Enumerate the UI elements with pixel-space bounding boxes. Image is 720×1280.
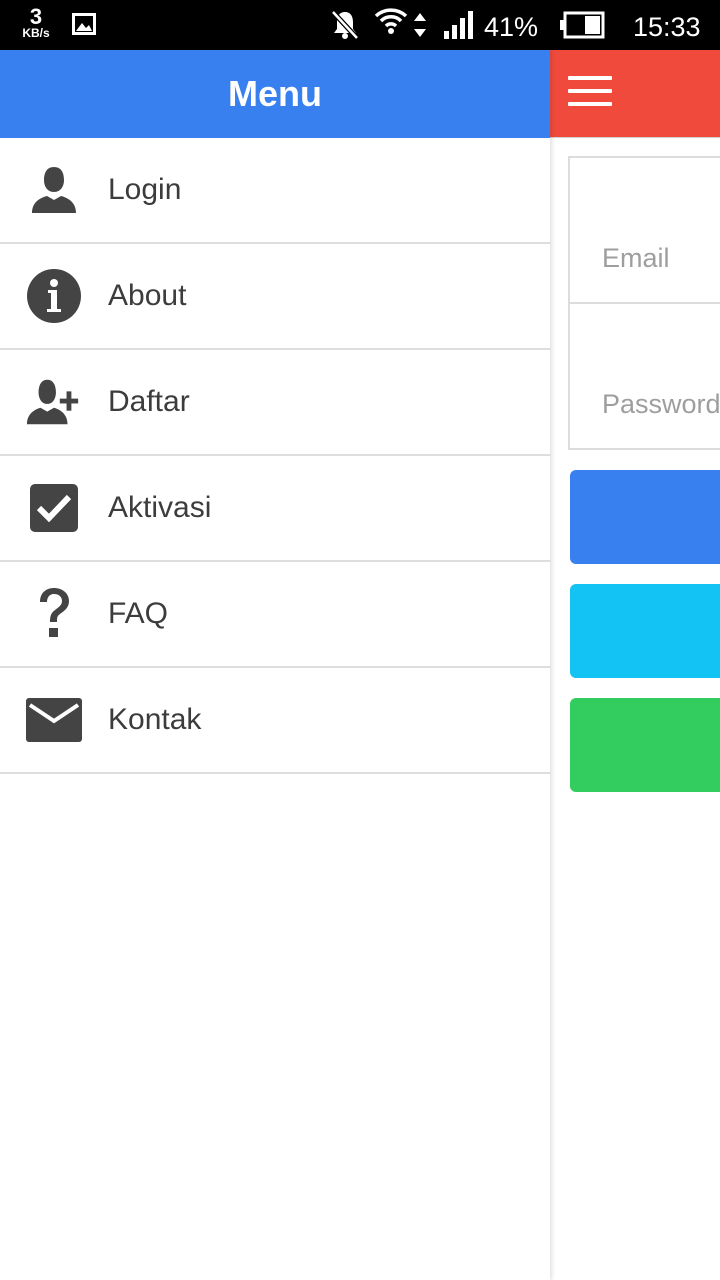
menu-item-daftar[interactable]: Daftar bbox=[0, 350, 550, 456]
menu-item-label: FAQ bbox=[108, 597, 169, 630]
question-icon bbox=[26, 586, 82, 642]
menu-item-label: Daftar bbox=[108, 385, 190, 418]
checkbox-icon bbox=[26, 480, 82, 536]
gallery-notification-icon bbox=[72, 13, 96, 40]
clock: 15:33 bbox=[633, 12, 701, 42]
battery-icon bbox=[559, 11, 605, 44]
email-input[interactable]: Email bbox=[568, 156, 720, 304]
network-speed-unit: KB/s bbox=[22, 26, 50, 40]
login-page: Email Password bbox=[550, 50, 720, 1280]
menu-item-login[interactable]: Login bbox=[0, 138, 550, 244]
menu-item-aktivasi[interactable]: Aktivasi bbox=[0, 456, 550, 562]
mail-icon bbox=[26, 692, 82, 748]
menu-item-kontak[interactable]: Kontak bbox=[0, 668, 550, 774]
person-icon bbox=[26, 162, 82, 218]
info-icon bbox=[26, 268, 82, 324]
cell-signal-icon bbox=[444, 11, 476, 44]
menu-item-label: Login bbox=[108, 173, 182, 206]
wifi-icon bbox=[374, 6, 408, 41]
menu-item-faq[interactable]: FAQ bbox=[0, 562, 550, 668]
network-speed: 3 KB/s bbox=[16, 4, 56, 40]
battery-percent: 41% bbox=[484, 12, 539, 42]
status-bar: 3 KB/s 41% 15:33 bbox=[0, 0, 720, 50]
network-speed-value: 3 bbox=[29, 4, 43, 29]
mute-notifications-icon bbox=[330, 9, 360, 46]
drawer-header: Menu bbox=[0, 50, 550, 138]
data-activity-icon bbox=[413, 12, 427, 43]
register-button[interactable] bbox=[570, 584, 720, 678]
password-input[interactable]: Password bbox=[568, 302, 720, 450]
login-button[interactable] bbox=[570, 470, 720, 564]
page-header bbox=[550, 50, 720, 138]
menu-item-label: Kontak bbox=[108, 703, 202, 736]
activation-button[interactable] bbox=[570, 698, 720, 792]
menu-item-label: About bbox=[108, 279, 187, 312]
menu-item-about[interactable]: About bbox=[0, 244, 550, 350]
side-drawer: Menu Login About Daftar Aktivasi FAQ Kon… bbox=[0, 50, 550, 1280]
hamburger-menu-icon[interactable] bbox=[568, 76, 612, 112]
menu-item-label: Aktivasi bbox=[108, 491, 212, 524]
add-person-icon bbox=[26, 374, 82, 430]
drawer-title: Menu bbox=[228, 73, 322, 114]
